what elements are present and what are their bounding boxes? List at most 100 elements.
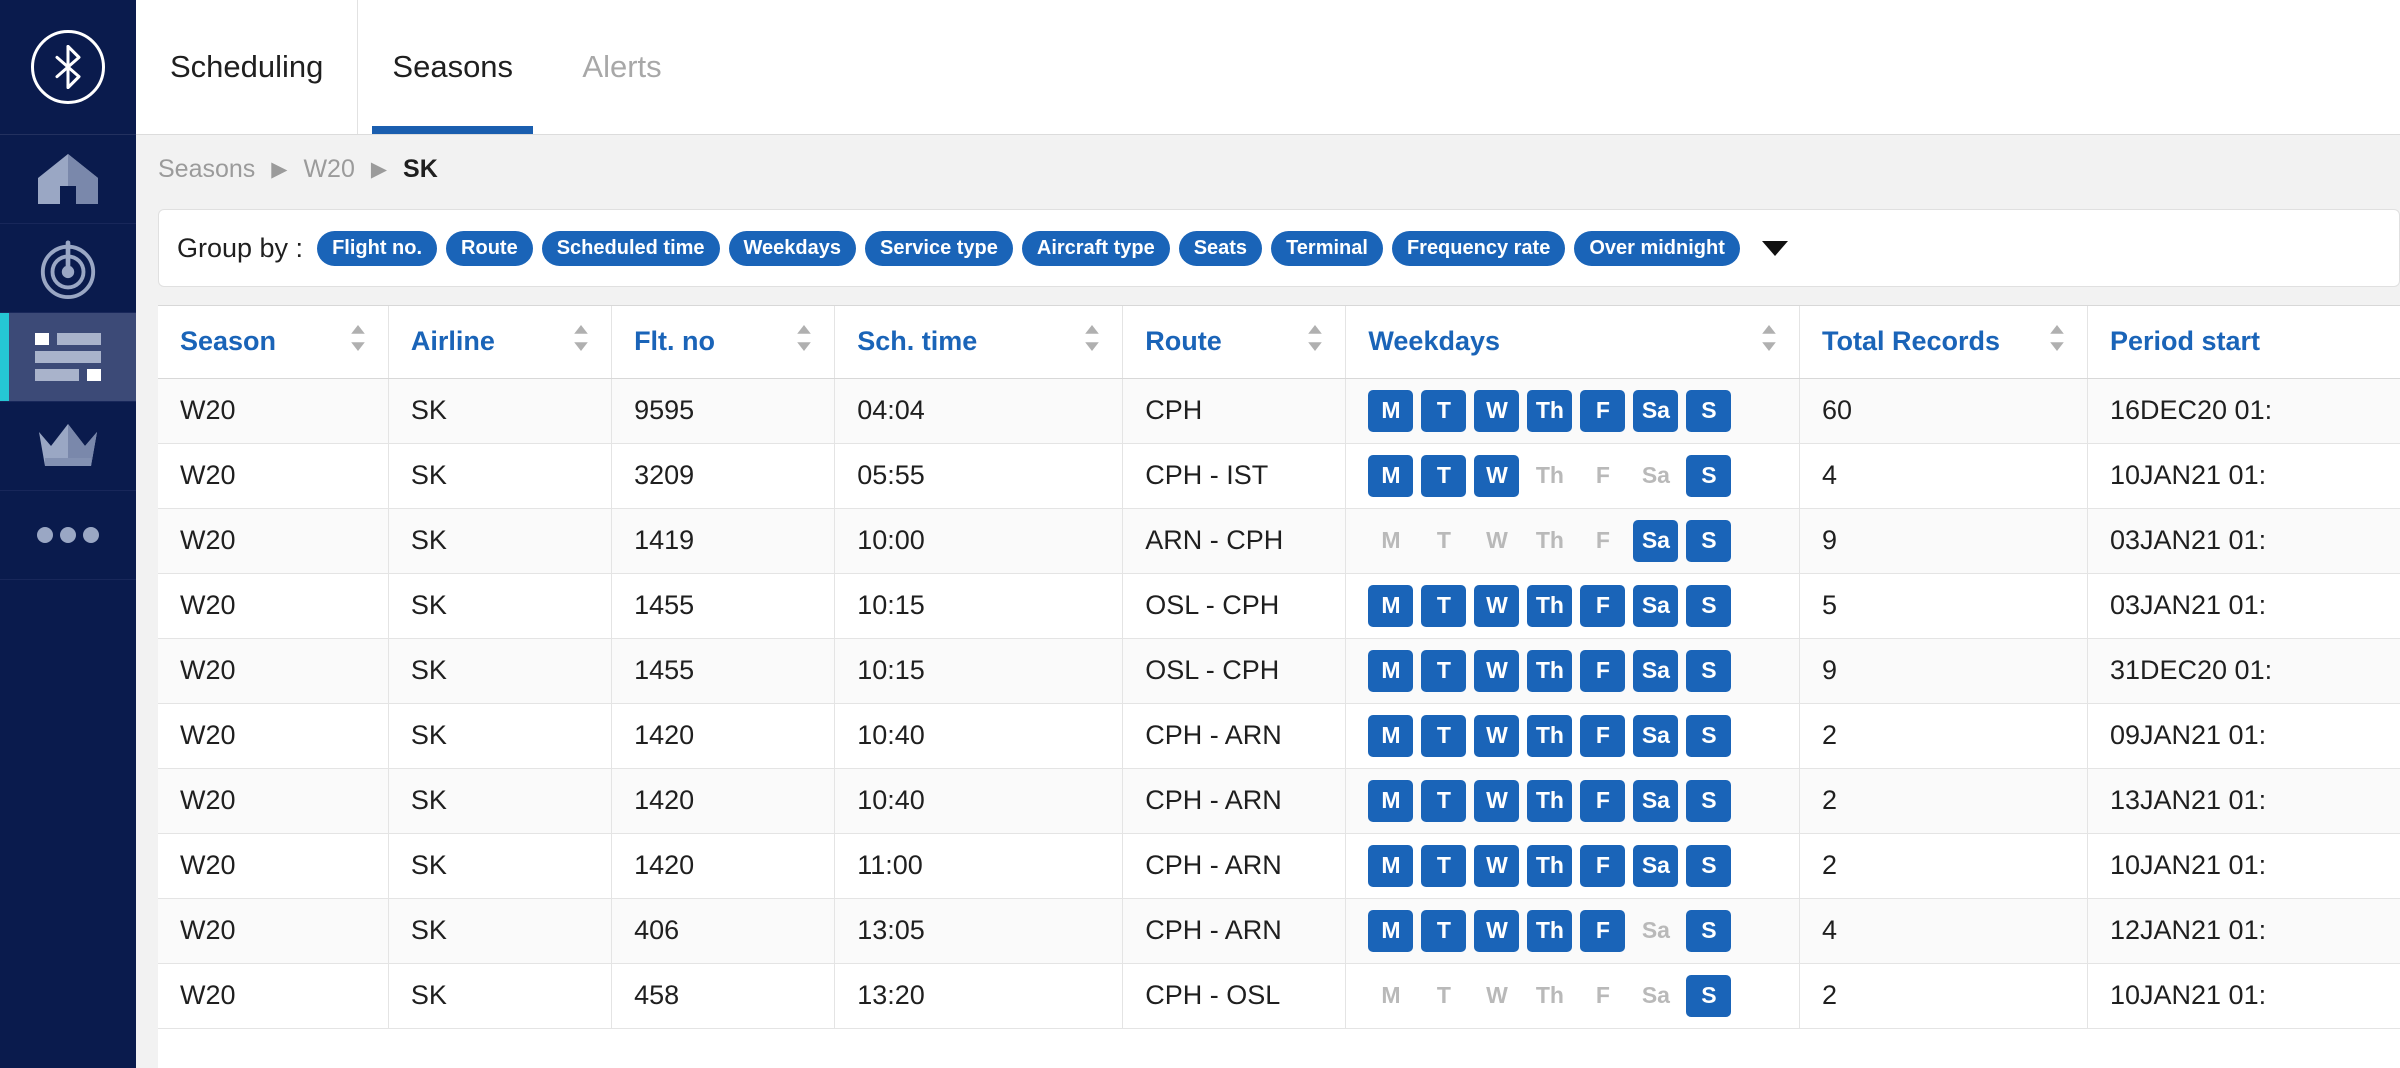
group-by-chip[interactable]: Aircraft type [1022, 231, 1170, 266]
table-row[interactable]: W20SK45813:20CPH - OSLMTWThFSaS210JAN21 … [158, 963, 2400, 1028]
table-row[interactable]: W20SK145510:15OSL - CPHMTWThFSaS503JAN21… [158, 573, 2400, 638]
group-by-chip[interactable]: Seats [1179, 231, 1262, 266]
sidebar-item-premium[interactable] [0, 402, 136, 491]
table-row[interactable]: W20SK142010:40CPH - ARNMTWThFSaS213JAN21… [158, 768, 2400, 833]
cell-flight-no: 1455 [612, 573, 835, 638]
column-header-season[interactable]: Season [158, 306, 388, 378]
weekday-badge-m: M [1368, 585, 1413, 627]
sidebar-item-more[interactable] [0, 491, 136, 580]
cell-airline: SK [388, 898, 611, 963]
cell-weekdays: MTWThFSaS [1346, 898, 1800, 963]
weekday-badge-s: S [1686, 715, 1731, 757]
table-row[interactable]: W20SK141910:00ARN - CPHMTWThFSaS903JAN21… [158, 508, 2400, 573]
cell-route: OSL - CPH [1123, 638, 1346, 703]
cell-sch-time: 13:05 [835, 898, 1123, 963]
column-header-period-start[interactable]: Period start [2087, 306, 2400, 378]
column-header-total-records[interactable]: Total Records [1800, 306, 2088, 378]
column-header-label: Total Records [1822, 326, 2000, 357]
group-by-chip[interactable]: Route [446, 231, 533, 266]
column-header-airline[interactable]: Airline [388, 306, 611, 378]
weekday-badge-m: M [1368, 780, 1413, 822]
group-by-chip[interactable]: Service type [865, 231, 1013, 266]
sidebar-item-radar[interactable] [0, 224, 136, 313]
cell-flight-no: 9595 [612, 378, 835, 443]
tab-alerts-label: Alerts [582, 49, 661, 85]
breadcrumb-item-w20[interactable]: W20 [303, 155, 354, 184]
weekday-badge-m: M [1368, 715, 1413, 757]
sidebar-item-home[interactable] [0, 135, 136, 224]
cell-period-start: 03JAN21 01: [2087, 573, 2400, 638]
table-row[interactable]: W20SK145510:15OSL - CPHMTWThFSaS931DEC20… [158, 638, 2400, 703]
weekday-badge-m: M [1368, 650, 1413, 692]
breadcrumb: Seasons ▶ W20 ▶ SK [136, 135, 2400, 203]
column-header-flt-no[interactable]: Flt. no [612, 306, 835, 378]
column-header-sch-time[interactable]: Sch. time [835, 306, 1123, 378]
table-row[interactable]: W20SK320905:55CPH - ISTMTWThFSaS410JAN21… [158, 443, 2400, 508]
table-header-row: Season Airline Flt. noSch. time Route Weekda… [158, 306, 2400, 378]
tab-seasons-label: Seasons [392, 49, 513, 85]
sort-toggle-icon[interactable] [796, 325, 812, 358]
weekday-badge-s: S [1686, 520, 1731, 562]
cell-season: W20 [158, 508, 388, 573]
column-header-route[interactable]: Route [1123, 306, 1346, 378]
app-logo[interactable] [0, 0, 136, 135]
group-by-chip[interactable]: Flight no. [317, 231, 437, 266]
weekday-badge-th: Th [1527, 715, 1572, 757]
cell-total-records: 4 [1800, 898, 2088, 963]
weekday-badge-m: M [1368, 520, 1413, 562]
cell-airline: SK [388, 378, 611, 443]
group-by-chip[interactable]: Weekdays [729, 231, 856, 266]
tab-scheduling[interactable]: Scheduling [136, 0, 358, 134]
breadcrumb-separator-icon: ▶ [271, 157, 287, 182]
home-icon [36, 152, 100, 206]
group-by-chip[interactable]: Frequency rate [1392, 231, 1565, 266]
sort-toggle-icon[interactable] [350, 325, 366, 358]
group-by-label: Group by : [177, 233, 303, 264]
cell-season: W20 [158, 768, 388, 833]
sidebar-item-scheduling[interactable] [0, 313, 136, 402]
table-row[interactable]: W20SK142010:40CPH - ARNMTWThFSaS209JAN21… [158, 703, 2400, 768]
cell-sch-time: 11:00 [835, 833, 1123, 898]
breadcrumb-item-seasons[interactable]: Seasons [158, 155, 255, 184]
sort-toggle-icon[interactable] [1761, 325, 1777, 358]
cell-sch-time: 10:40 [835, 768, 1123, 833]
column-header-label: Period start [2110, 326, 2260, 357]
table-row[interactable]: W20SK959504:04CPHMTWThFSaS6016DEC20 01: [158, 378, 2400, 443]
table-row[interactable]: W20SK142011:00CPH - ARNMTWThFSaS210JAN21… [158, 833, 2400, 898]
cell-route: ARN - CPH [1123, 508, 1346, 573]
sort-toggle-icon[interactable] [2049, 325, 2065, 358]
weekday-badge-w: W [1474, 715, 1519, 757]
sort-toggle-icon[interactable] [573, 325, 589, 358]
column-header-label: Weekdays [1368, 326, 1500, 357]
weekday-badge-s: S [1686, 390, 1731, 432]
weekday-badge-sa: Sa [1633, 520, 1678, 562]
tab-seasons[interactable]: Seasons [358, 0, 547, 134]
group-by-chip[interactable]: Over midnight [1574, 231, 1740, 266]
sort-toggle-icon[interactable] [1084, 325, 1100, 358]
weekday-badge-t: T [1421, 910, 1466, 952]
tab-alerts[interactable]: Alerts [547, 0, 697, 134]
weekday-badge-m: M [1368, 390, 1413, 432]
column-header-weekdays[interactable]: Weekdays [1346, 306, 1800, 378]
weekday-badge-th: Th [1527, 520, 1572, 562]
column-header-label: Airline [411, 326, 495, 357]
cell-weekdays: MTWThFSaS [1346, 573, 1800, 638]
cell-route: OSL - CPH [1123, 573, 1346, 638]
cell-total-records: 60 [1800, 378, 2088, 443]
results-table: Season Airline Flt. noSch. time Route Weekda… [158, 306, 2400, 1029]
content-area: Group by : Flight no. Route Scheduled time… [136, 203, 2400, 1068]
weekday-badge-m: M [1368, 910, 1413, 952]
cell-weekdays: MTWThFSaS [1346, 963, 1800, 1028]
cell-total-records: 9 [1800, 638, 2088, 703]
weekday-badge-sa: Sa [1633, 845, 1678, 887]
column-header-label: Route [1145, 326, 1222, 357]
weekday-badge-t: T [1421, 390, 1466, 432]
cell-flight-no: 1455 [612, 638, 835, 703]
cell-airline: SK [388, 573, 611, 638]
caret-down-icon[interactable] [1762, 241, 1788, 256]
results-table-container[interactable]: Season Airline Flt. noSch. time Route Weekda… [158, 305, 2400, 1068]
table-row[interactable]: W20SK40613:05CPH - ARNMTWThFSaS412JAN21 … [158, 898, 2400, 963]
group-by-chip[interactable]: Terminal [1271, 231, 1383, 266]
group-by-chip[interactable]: Scheduled time [542, 231, 720, 266]
sort-toggle-icon[interactable] [1307, 325, 1323, 358]
